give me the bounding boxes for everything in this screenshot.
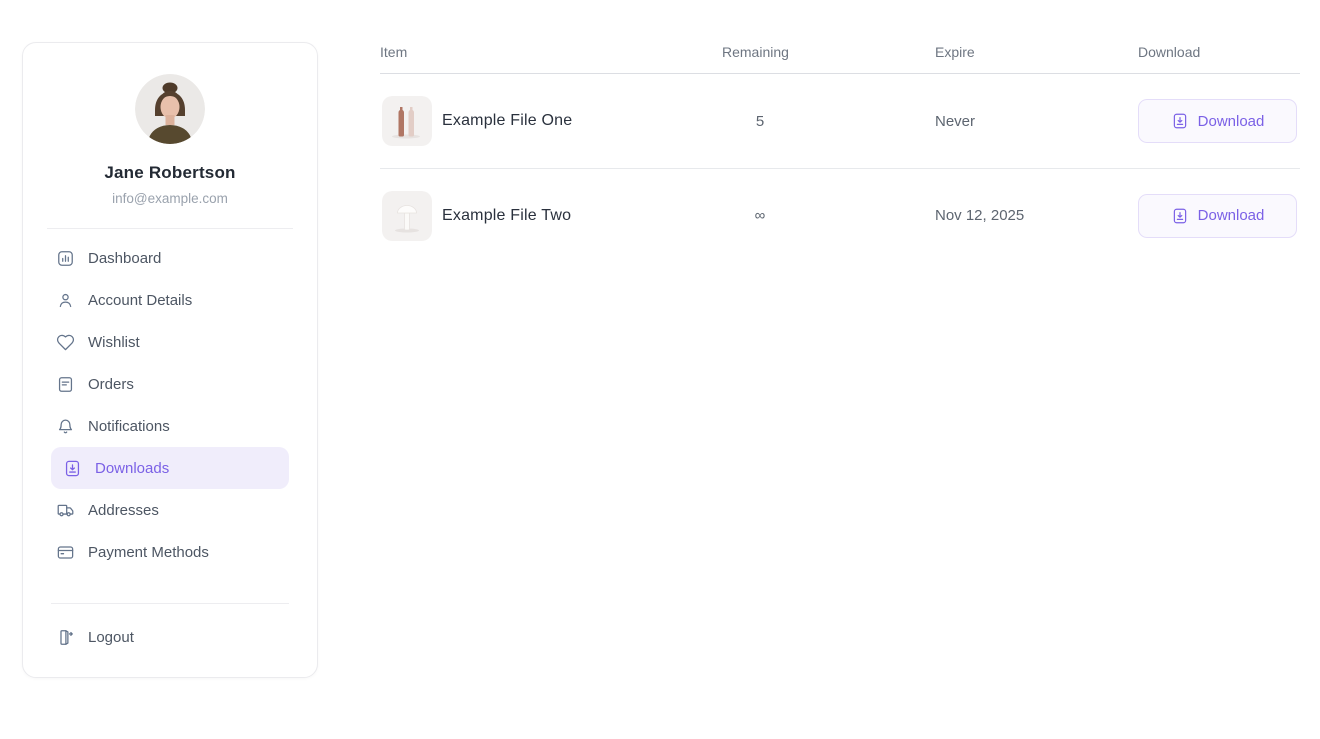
sidebar-item-label: Payment Methods <box>88 544 209 561</box>
downloads-table: Item Remaining Expire Download Example F… <box>380 43 1300 262</box>
table-row: Example File One 5 Never Download <box>380 74 1300 168</box>
column-header-remaining: Remaining <box>722 43 935 61</box>
sidebar-item-account-details[interactable]: Account Details <box>23 279 317 321</box>
account-nav: Dashboard Account Details Wishlist Order… <box>23 237 317 573</box>
sidebar-item-label: Orders <box>88 376 134 393</box>
remaining-value: ∞ <box>722 207 798 224</box>
download-button-label: Download <box>1198 113 1265 130</box>
heart-icon <box>56 333 75 352</box>
sidebar-item-orders[interactable]: Orders <box>23 363 317 405</box>
download-icon <box>1171 112 1189 130</box>
profile-divider <box>47 228 293 229</box>
expire-value: Never <box>935 113 1138 130</box>
bell-icon <box>56 417 75 436</box>
table-row: Example File Two ∞ Nov 12, 2025 Download <box>380 168 1300 262</box>
product-thumbnail-white-lamp <box>382 191 432 241</box>
sidebar-item-label: Notifications <box>88 418 170 435</box>
logout-label: Logout <box>88 629 134 646</box>
download-icon <box>63 459 82 478</box>
product-thumbnail-two-bottles <box>382 96 432 146</box>
sidebar-item-label: Addresses <box>88 502 159 519</box>
column-header-download: Download <box>1138 43 1300 61</box>
sidebar-item-label: Wishlist <box>88 334 140 351</box>
bar-chart-icon <box>56 249 75 268</box>
credit-card-icon <box>56 543 75 562</box>
sidebar-item-label: Dashboard <box>88 250 161 267</box>
account-sidebar-card: Jane Robertson info@example.com Dashboar… <box>22 42 318 678</box>
item-title: Example File Two <box>442 207 571 225</box>
profile-section: Jane Robertson info@example.com <box>23 43 317 206</box>
avatar-photo <box>135 74 205 144</box>
download-icon <box>1171 207 1189 225</box>
table-header-row: Item Remaining Expire Download <box>380 43 1300 74</box>
sidebar-item-addresses[interactable]: Addresses <box>23 489 317 531</box>
sidebar-item-dashboard[interactable]: Dashboard <box>23 237 317 279</box>
sidebar-item-downloads[interactable]: Downloads <box>51 447 289 489</box>
remaining-value: 5 <box>722 113 798 130</box>
user-name: Jane Robertson <box>23 163 317 183</box>
logout-door-icon <box>56 628 75 647</box>
download-button-label: Download <box>1198 207 1265 224</box>
column-header-item: Item <box>380 43 722 61</box>
user-icon <box>56 291 75 310</box>
avatar <box>135 74 205 144</box>
sidebar-item-label: Account Details <box>88 292 192 309</box>
item-cell: Example File One <box>380 96 722 146</box>
item-title: Example File One <box>442 112 572 130</box>
item-cell: Example File Two <box>380 191 722 241</box>
sidebar-item-payment-methods[interactable]: Payment Methods <box>23 531 317 573</box>
logout-button[interactable]: Logout <box>23 616 317 658</box>
sidebar-item-label: Downloads <box>95 460 169 477</box>
download-button[interactable]: Download <box>1138 194 1297 238</box>
column-header-expire: Expire <box>935 43 1138 61</box>
download-button[interactable]: Download <box>1138 99 1297 143</box>
sidebar-item-notifications[interactable]: Notifications <box>23 405 317 447</box>
logout-divider <box>51 603 289 604</box>
document-icon <box>56 375 75 394</box>
sidebar-item-wishlist[interactable]: Wishlist <box>23 321 317 363</box>
user-email: info@example.com <box>23 191 317 206</box>
truck-icon <box>56 501 75 520</box>
expire-value: Nov 12, 2025 <box>935 207 1138 224</box>
